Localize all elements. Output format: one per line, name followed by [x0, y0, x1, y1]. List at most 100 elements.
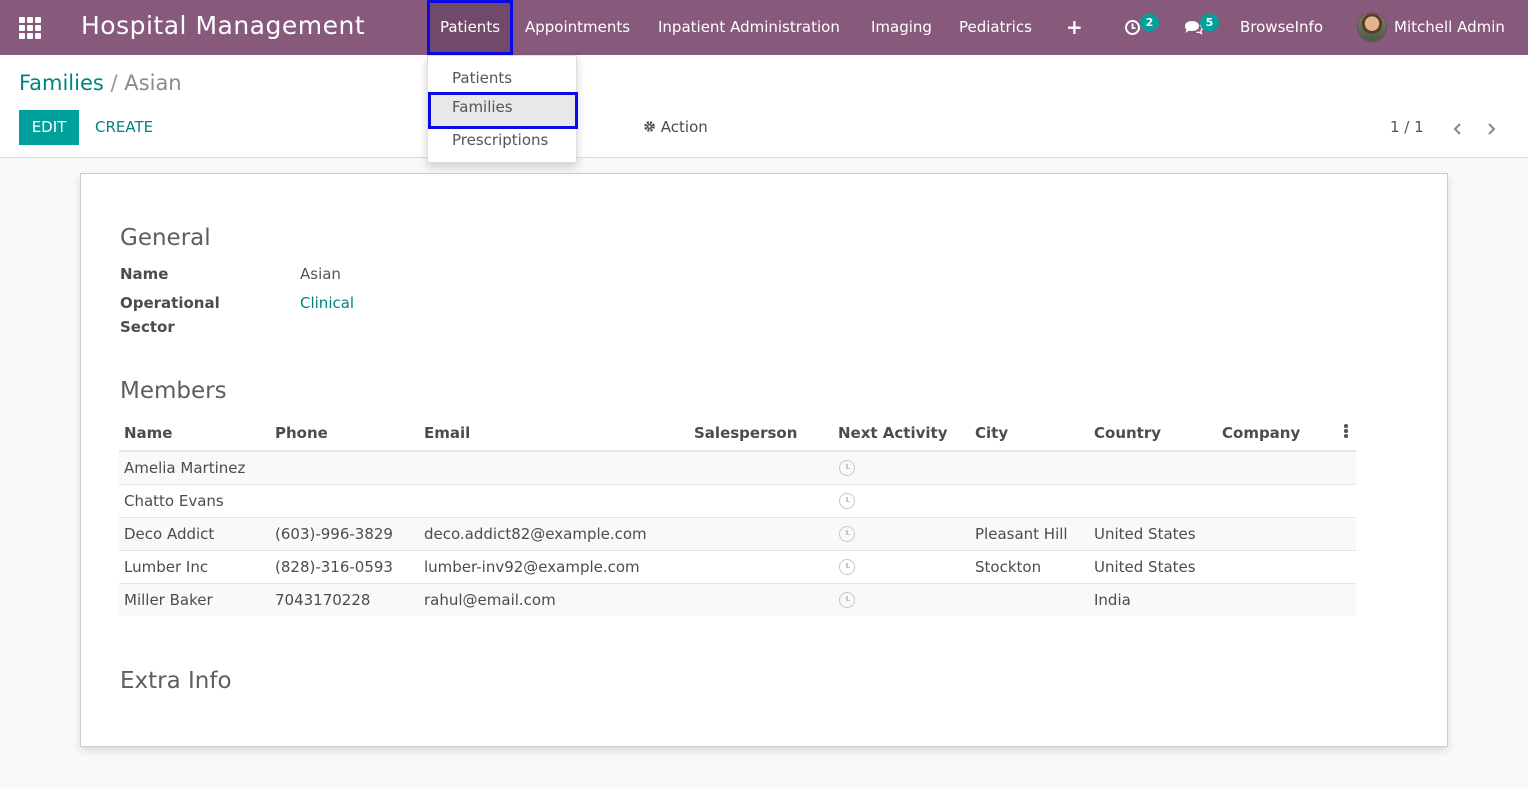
cell-company — [1217, 483, 1336, 517]
clock-icon[interactable] — [839, 526, 855, 542]
activity-icon[interactable] — [1124, 0, 1141, 55]
company-switcher[interactable]: BrowseInfo — [1240, 0, 1323, 55]
cell-company — [1217, 549, 1336, 583]
breadcrumb-families-link[interactable]: Families — [19, 71, 104, 95]
col-name[interactable]: Name — [119, 416, 270, 452]
user-menu[interactable]: Mitchell Admin — [1394, 0, 1505, 55]
cell-country: United States — [1089, 549, 1217, 583]
edit-button[interactable]: EDIT — [19, 110, 79, 145]
operational-sector-label-line2: Sector — [120, 318, 175, 336]
messages-count-badge: 5 — [1200, 14, 1219, 31]
user-avatar[interactable] — [1357, 12, 1387, 42]
form-sheet: General Name Asian Operational Sector Cl… — [80, 173, 1448, 747]
cell-country — [1089, 450, 1217, 484]
cell-email: lumber-inv92@example.com — [419, 549, 689, 583]
patients-dropdown-menu: Patients Families Prescriptions — [427, 55, 578, 163]
col-phone[interactable]: Phone — [270, 416, 419, 452]
table-row[interactable]: Lumber Inc (828)-316-0593 lumber-inv92@e… — [119, 549, 1356, 583]
members-table: Name Phone Email Salesperson Next Activi… — [119, 416, 1356, 616]
dropdown-item-patients[interactable]: Patients — [428, 63, 578, 94]
cell-next-activity — [833, 450, 970, 484]
col-city[interactable]: City — [970, 416, 1089, 452]
general-section-title: General — [120, 225, 211, 251]
cell-city: Pleasant Hill — [970, 516, 1089, 550]
name-value: Asian — [300, 265, 341, 283]
plus-icon[interactable]: + — [1066, 0, 1083, 55]
menu-pediatrics[interactable]: Pediatrics — [959, 0, 1032, 55]
create-button[interactable]: CREATE — [95, 110, 153, 145]
cell-city — [970, 483, 1089, 517]
gear-icon — [643, 111, 656, 146]
cell-email — [419, 483, 689, 517]
cell-name: Deco Addict — [119, 516, 270, 550]
menu-patients[interactable]: Patients — [427, 0, 513, 55]
dropdown-item-prescriptions[interactable]: Prescriptions — [428, 125, 578, 156]
menu-appointments[interactable]: Appointments — [525, 0, 630, 55]
breadcrumb: Families / Asian — [19, 71, 182, 95]
cell-name: Amelia Martinez — [119, 450, 270, 484]
operational-sector-value[interactable]: Clinical — [300, 291, 354, 315]
cell-phone: 7043170228 — [270, 582, 419, 616]
cell-next-activity — [833, 483, 970, 517]
cell-phone — [270, 483, 419, 517]
col-email[interactable]: Email — [419, 416, 689, 452]
action-label: Action — [660, 118, 708, 136]
cell-name: Miller Baker — [119, 582, 270, 616]
cell-salesperson — [689, 450, 833, 484]
cell-city — [970, 450, 1089, 484]
breadcrumb-current: Asian — [124, 71, 182, 95]
cell-name: Chatto Evans — [119, 483, 270, 517]
members-header-row: Name Phone Email Salesperson Next Activi… — [119, 416, 1356, 452]
members-section-title: Members — [120, 378, 227, 404]
messages-icon[interactable] — [1184, 0, 1203, 55]
table-row[interactable]: Amelia Martinez — [119, 450, 1356, 484]
activity-count-badge: 2 — [1140, 14, 1159, 31]
table-row[interactable]: Miller Baker 7043170228 rahul@email.com … — [119, 582, 1356, 616]
control-panel: Families / Asian EDIT CREATE Action 1 / … — [0, 55, 1528, 158]
dropdown-item-families[interactable]: Families — [428, 92, 578, 129]
app-brand: Hospital Management — [81, 11, 366, 40]
name-label: Name — [120, 265, 169, 283]
cell-salesperson — [689, 516, 833, 550]
menu-imaging[interactable]: Imaging — [871, 0, 932, 55]
cell-country: United States — [1089, 516, 1217, 550]
cell-next-activity — [833, 582, 970, 616]
cell-company — [1217, 516, 1336, 550]
col-company[interactable]: Company — [1217, 416, 1336, 452]
cell-country — [1089, 483, 1217, 517]
cell-next-activity — [833, 516, 970, 550]
extra-info-section-title: Extra Info — [120, 668, 232, 694]
cell-salesperson — [689, 549, 833, 583]
cell-city — [970, 582, 1089, 616]
apps-menu-icon[interactable] — [19, 17, 41, 39]
clock-icon[interactable] — [839, 559, 855, 575]
optional-columns-icon[interactable] — [1336, 416, 1356, 452]
cell-email: rahul@email.com — [419, 582, 689, 616]
breadcrumb-separator: / — [110, 71, 118, 95]
cell-phone — [270, 450, 419, 484]
cell-phone: (828)-316-0593 — [270, 549, 419, 583]
operational-sector-label: Operational Sector — [120, 291, 220, 339]
pager-value[interactable]: 1 / 1 — [1390, 110, 1424, 145]
pager-next-icon[interactable] — [1484, 110, 1498, 145]
cell-next-activity — [833, 549, 970, 583]
action-dropdown[interactable]: Action — [643, 110, 708, 145]
menu-inpatient-administration[interactable]: Inpatient Administration — [658, 0, 840, 55]
col-country[interactable]: Country — [1089, 416, 1217, 452]
clock-icon[interactable] — [839, 592, 855, 609]
table-row[interactable]: Deco Addict (603)-996-3829 deco.addict82… — [119, 516, 1356, 550]
clock-icon[interactable] — [839, 460, 855, 477]
col-next-activity[interactable]: Next Activity — [833, 416, 970, 452]
col-salesperson[interactable]: Salesperson — [689, 416, 833, 452]
pager-previous-icon[interactable] — [1451, 110, 1465, 145]
cell-company — [1217, 582, 1336, 616]
top-navbar: Hospital Management Patients Appointment… — [0, 0, 1528, 55]
cell-city: Stockton — [970, 549, 1089, 583]
cell-salesperson — [689, 483, 833, 517]
table-row[interactable]: Chatto Evans — [119, 483, 1356, 517]
clock-icon[interactable] — [839, 493, 855, 509]
cell-salesperson — [689, 582, 833, 616]
cell-country: India — [1089, 582, 1217, 616]
cell-email — [419, 450, 689, 484]
cell-email: deco.addict82@example.com — [419, 516, 689, 550]
